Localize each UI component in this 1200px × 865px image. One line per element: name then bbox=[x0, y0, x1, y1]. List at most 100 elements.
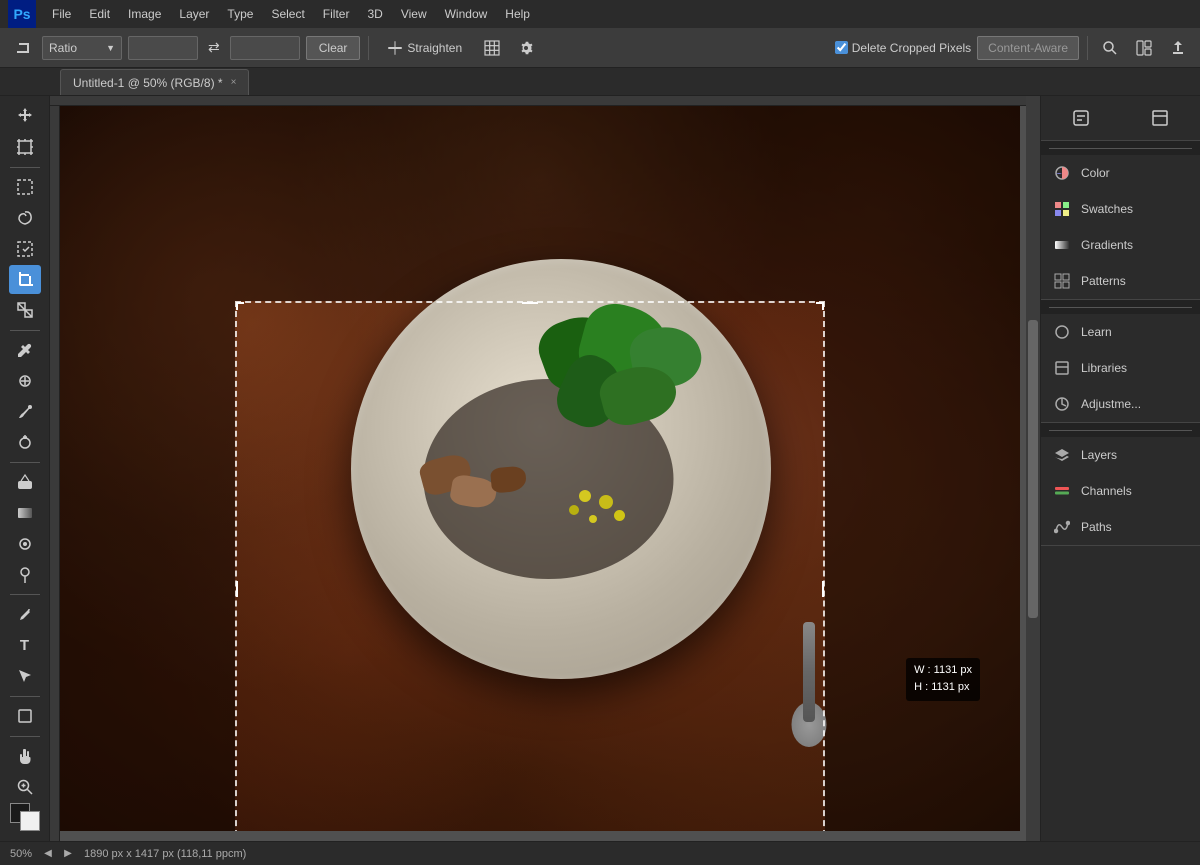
overlay-grid-button[interactable] bbox=[478, 34, 506, 62]
crop-settings-button[interactable] bbox=[512, 34, 540, 62]
fg-bg-colors[interactable] bbox=[10, 803, 40, 831]
eyedropper-tool-button[interactable] bbox=[9, 336, 41, 365]
rectangular-select-button[interactable] bbox=[9, 173, 41, 202]
panel-expand-icon[interactable] bbox=[1144, 102, 1176, 134]
object-select-button[interactable] bbox=[9, 234, 41, 263]
tool-separator-3 bbox=[10, 462, 40, 463]
menu-image[interactable]: Image bbox=[120, 4, 169, 24]
slice-tool-button[interactable] bbox=[9, 296, 41, 325]
search-button[interactable] bbox=[1096, 34, 1124, 62]
paths-panel-item[interactable]: Paths bbox=[1041, 509, 1200, 545]
color-panel-item[interactable]: Color bbox=[1041, 155, 1200, 191]
straighten-button[interactable]: Straighten bbox=[377, 36, 472, 60]
menu-file[interactable]: File bbox=[44, 4, 79, 24]
hand-tool-button[interactable] bbox=[9, 741, 41, 770]
gradients-panel-item[interactable]: Gradients bbox=[1041, 227, 1200, 263]
menu-select[interactable]: Select bbox=[263, 4, 312, 24]
menu-filter[interactable]: Filter bbox=[315, 4, 358, 24]
learn-icon bbox=[1053, 323, 1071, 341]
menu-edit[interactable]: Edit bbox=[81, 4, 118, 24]
nav-prev-button[interactable]: ◀ bbox=[40, 846, 56, 862]
zoom-tool-button[interactable] bbox=[9, 772, 41, 801]
crop-tool-button[interactable] bbox=[9, 265, 41, 294]
path-select-button[interactable] bbox=[9, 662, 41, 691]
tool-separator-4 bbox=[10, 594, 40, 595]
tab-close-button[interactable]: × bbox=[231, 77, 237, 88]
canvas-scrollbar[interactable] bbox=[1026, 96, 1040, 841]
crop-options-icon[interactable] bbox=[8, 34, 36, 62]
libraries-panel-item[interactable]: Libraries bbox=[1041, 350, 1200, 386]
yellow-flowers bbox=[569, 490, 649, 560]
sep-line-3 bbox=[1049, 430, 1192, 431]
mushroom-area bbox=[421, 457, 561, 577]
learn-panel-item[interactable]: Learn bbox=[1041, 314, 1200, 350]
share-button[interactable] bbox=[1164, 34, 1192, 62]
channels-icon bbox=[1053, 482, 1071, 500]
color-panel-label: Color bbox=[1081, 166, 1110, 180]
swatches-panel-item[interactable]: Swatches bbox=[1041, 191, 1200, 227]
ps-logo: Ps bbox=[8, 0, 36, 28]
ratio-dropdown[interactable]: Ratio ▼ bbox=[42, 36, 122, 60]
layers-panel-item[interactable]: Layers bbox=[1041, 437, 1200, 473]
height-input[interactable] bbox=[230, 36, 300, 60]
lasso-tool-button[interactable] bbox=[9, 203, 41, 232]
rectangle-shape-button[interactable] bbox=[9, 702, 41, 731]
food-image: W : 1131 px H : 1131 px bbox=[60, 106, 1020, 831]
clone-stamp-button[interactable] bbox=[9, 428, 41, 457]
canvas-area[interactable]: W : 1131 px H : 1131 px bbox=[50, 96, 1040, 841]
color-icon bbox=[1053, 164, 1071, 182]
healing-brush-button[interactable] bbox=[9, 367, 41, 396]
blur-tool-button[interactable] bbox=[9, 530, 41, 559]
swap-dimensions-button[interactable]: ⇄ bbox=[204, 37, 224, 58]
artboard-tool-button[interactable] bbox=[9, 133, 41, 162]
patterns-panel-item[interactable]: Patterns bbox=[1041, 263, 1200, 299]
text-tool-button[interactable]: T bbox=[9, 631, 41, 660]
status-nav: ◀ ▶ bbox=[40, 846, 76, 862]
delete-cropped-label: Delete Cropped Pixels bbox=[835, 41, 971, 55]
image-info: 1890 px x 1417 px (118,11 ppcm) bbox=[84, 848, 246, 860]
workspace-layout-button[interactable] bbox=[1130, 34, 1158, 62]
right-panel: Color Swatches bbox=[1040, 96, 1200, 841]
layers-icon bbox=[1053, 446, 1071, 464]
menu-bar: Ps File Edit Image Layer Type Select Fil… bbox=[0, 0, 1200, 28]
dodge-tool-button[interactable] bbox=[9, 561, 41, 590]
document-tab[interactable]: Untitled-1 @ 50% (RGB/8) * × bbox=[60, 69, 249, 95]
move-tool-button[interactable] bbox=[9, 102, 41, 131]
menu-layer[interactable]: Layer bbox=[171, 4, 217, 24]
content-aware-button[interactable]: Content-Aware bbox=[977, 36, 1079, 60]
canvas-scroll-thumb[interactable] bbox=[1028, 320, 1038, 618]
clear-button[interactable]: Clear bbox=[306, 36, 361, 60]
adjustments-panel-label: Adjustme... bbox=[1081, 397, 1141, 411]
vertical-ruler bbox=[50, 106, 60, 841]
pen-tool-button[interactable] bbox=[9, 600, 41, 629]
gradient-tool-button[interactable] bbox=[9, 499, 41, 528]
paths-icon bbox=[1053, 518, 1071, 536]
adjustments-icon bbox=[1053, 395, 1071, 413]
toolbar-bottom bbox=[10, 803, 40, 835]
swatches-icon bbox=[1053, 200, 1071, 218]
panel-properties-icon[interactable] bbox=[1065, 102, 1097, 134]
tool-separator-2 bbox=[10, 330, 40, 331]
nav-next-button[interactable]: ▶ bbox=[60, 846, 76, 862]
left-toolbar: T bbox=[0, 96, 50, 841]
menu-view[interactable]: View bbox=[393, 4, 435, 24]
learn-section: Learn Libraries Adjustme bbox=[1041, 300, 1200, 423]
layers-panel-label: Layers bbox=[1081, 448, 1117, 462]
eraser-tool-button[interactable] bbox=[9, 468, 41, 497]
color-section: Color Swatches bbox=[1041, 141, 1200, 300]
menu-help[interactable]: Help bbox=[497, 4, 538, 24]
channels-panel-item[interactable]: Channels bbox=[1041, 473, 1200, 509]
brush-tool-button[interactable] bbox=[9, 397, 41, 426]
menu-window[interactable]: Window bbox=[437, 4, 496, 24]
width-input[interactable] bbox=[128, 36, 198, 60]
learn-panel-label: Learn bbox=[1081, 325, 1112, 339]
gradients-icon bbox=[1053, 236, 1071, 254]
crop-mask-right bbox=[825, 301, 1020, 831]
menu-3d[interactable]: 3D bbox=[359, 4, 390, 24]
menu-type[interactable]: Type bbox=[219, 4, 261, 24]
layers-section: Layers Channels bbox=[1041, 423, 1200, 546]
zoom-level: 50% bbox=[10, 848, 32, 860]
adjustments-panel-item[interactable]: Adjustme... bbox=[1041, 386, 1200, 422]
options-bar: Ratio ▼ ⇄ Clear Straighten Delete Croppe… bbox=[0, 28, 1200, 68]
delete-cropped-checkbox[interactable] bbox=[835, 41, 848, 54]
